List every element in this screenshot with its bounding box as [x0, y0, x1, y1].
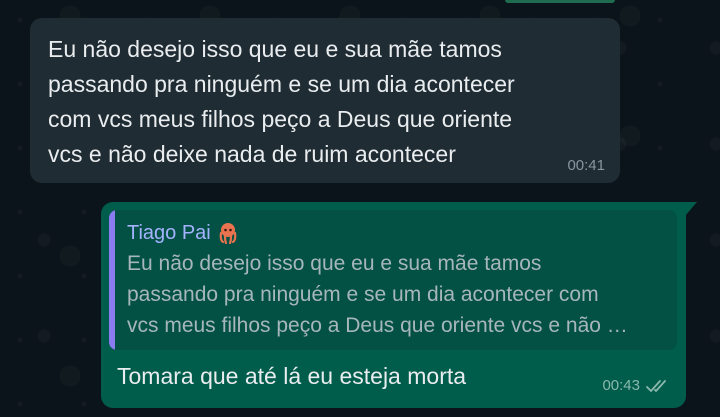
octopus-emoji-icon: [217, 222, 239, 245]
incoming-message-line: Eu não desejo isso que eu e sua mãe tamo…: [48, 36, 502, 62]
quoted-message-line: vcs meus filhos peço a Deus que oriente …: [127, 314, 628, 337]
incoming-message-line: com vcs meus filhos peço a Deus que orie…: [48, 106, 513, 132]
incoming-message-line: passando pra ninguém e se um dia acontec…: [48, 71, 515, 97]
previous-message-edge: [505, 0, 615, 3]
incoming-message-text: Eu não desejo isso que eu e sua mãe tamo…: [48, 32, 568, 172]
quoted-message[interactable]: Tiago Pai Eu não desejo isso que eu e su…: [109, 210, 677, 350]
incoming-message-bubble[interactable]: Eu não desejo isso que eu e sua mãe tamo…: [30, 18, 620, 183]
outgoing-message-bubble[interactable]: Tiago Pai Eu não desejo isso que eu e su…: [101, 202, 697, 408]
outgoing-message-time: 00:43: [602, 377, 640, 394]
quoted-author-name: Tiago Pai: [127, 222, 211, 244]
outgoing-message-text: Tomara que até lá eu esteja morta: [117, 363, 467, 389]
quoted-message-author: Tiago Pai: [127, 218, 665, 248]
outgoing-message-meta: 00:43: [602, 377, 672, 394]
quoted-message-line: passando pra ninguém e se um dia acontec…: [127, 283, 599, 306]
quoted-message-line: Eu não desejo isso que eu e sua mãe tamo…: [127, 252, 542, 275]
incoming-message-time: 00:41: [567, 157, 605, 174]
double-check-icon: [646, 378, 672, 394]
quote-accent-bar: [109, 210, 115, 350]
incoming-message-line: vcs e não deixe nada de ruim acontecer: [48, 141, 456, 167]
quoted-message-text: Eu não desejo isso que eu e sua mãe tamo…: [127, 248, 665, 341]
